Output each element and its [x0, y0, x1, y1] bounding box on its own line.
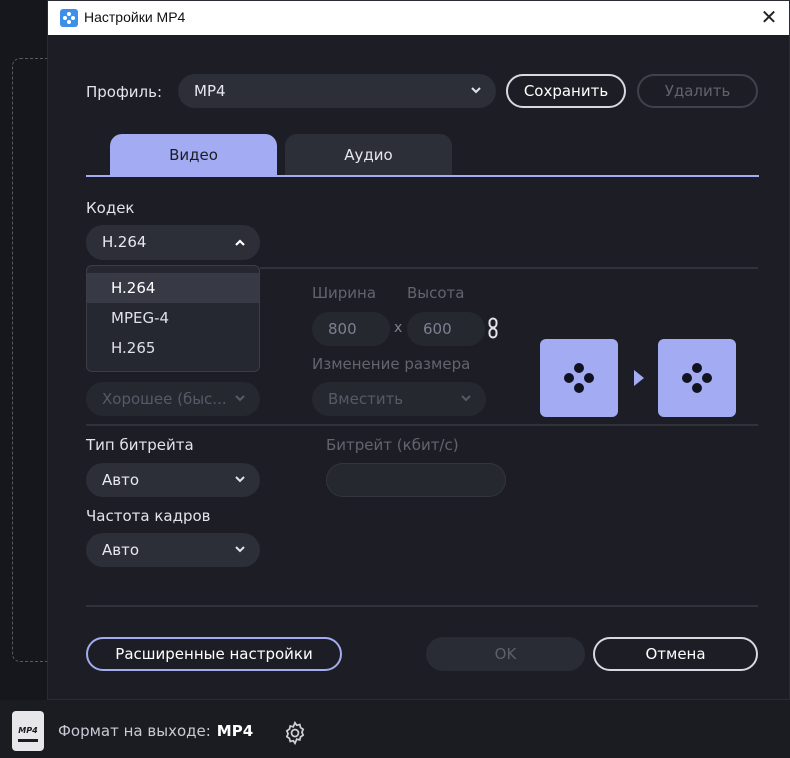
arrow-right-icon [634, 370, 644, 386]
resize-select[interactable]: Вместить [312, 382, 486, 416]
advanced-settings-button[interactable]: Расширенные настройки [86, 637, 342, 671]
bitrate-type-select[interactable]: Авто [86, 463, 260, 497]
dialog-titlebar: Настройки MP4 ✕ [48, 1, 789, 35]
dialog-title: Настройки MP4 [84, 9, 186, 25]
profile-select-value: MP4 [194, 82, 226, 100]
bitrate-type-label: Тип битрейта [86, 436, 194, 454]
codec-option-h264[interactable]: H.264 [87, 273, 259, 303]
section-divider [260, 267, 758, 269]
section-divider [86, 424, 758, 426]
format-icon-text: MP4 [18, 726, 38, 735]
chevron-down-icon [470, 74, 482, 121]
quality-select-value: Хорошее (быс... [102, 390, 227, 408]
width-label: Ширина [312, 284, 377, 302]
codec-select-value: H.264 [102, 233, 147, 251]
bitrate-label: Битрейт (кбит/с) [326, 436, 459, 454]
gear-icon [285, 720, 305, 746]
background-drop-area [12, 58, 52, 662]
format-settings-button[interactable] [276, 714, 314, 752]
ok-button[interactable]: OK [426, 637, 585, 671]
chevron-down-icon [460, 382, 472, 429]
frame-rate-label: Частота кадров [86, 507, 211, 525]
save-profile-button[interactable]: Сохранить [506, 74, 626, 108]
bitrate-input[interactable] [326, 463, 506, 497]
output-format-label: Формат на выходе: MP4 [58, 722, 253, 740]
profile-label: Профиль: [86, 83, 163, 101]
bitrate-type-value: Авто [102, 471, 140, 489]
chevron-down-icon [234, 533, 246, 580]
mp4-file-icon[interactable]: MP4 [12, 711, 44, 751]
width-input[interactable]: 800 [312, 312, 390, 346]
tab-underline [86, 175, 759, 177]
cancel-button[interactable]: Отмена [593, 637, 758, 671]
movavi-logo-icon [60, 9, 78, 27]
chevron-down-icon [234, 382, 246, 429]
codec-option-mpeg4[interactable]: MPEG-4 [87, 303, 259, 333]
output-format-value: MP4 [216, 722, 254, 740]
output-format-caption: Формат на выходе: [58, 722, 211, 740]
resize-select-value: Вместить [328, 390, 404, 408]
frame-rate-value: Авто [102, 541, 140, 559]
tab-audio[interactable]: Аудио [285, 134, 452, 176]
size-separator: x [394, 320, 403, 336]
resize-label: Изменение размера [312, 355, 471, 373]
delete-profile-button[interactable]: Удалить [637, 74, 758, 108]
source-frame-preview [540, 339, 618, 417]
codec-option-h265[interactable]: H.265 [87, 333, 259, 363]
footer-divider [86, 605, 758, 607]
codec-label: Кодек [86, 199, 135, 217]
frame-rate-select[interactable]: Авто [86, 533, 260, 567]
output-frame-preview [658, 339, 736, 417]
chain-link-icon[interactable] [488, 317, 498, 339]
quality-select[interactable]: Хорошее (быс... [86, 382, 260, 416]
chevron-down-icon [234, 463, 246, 510]
tab-video[interactable]: Видео [110, 134, 277, 176]
codec-dropdown-menu: H.264 MPEG-4 H.265 [86, 265, 260, 372]
codec-select[interactable]: H.264 [86, 225, 260, 260]
close-icon[interactable]: ✕ [759, 7, 779, 27]
profile-select[interactable]: MP4 [178, 74, 496, 108]
height-label: Высота [407, 284, 465, 302]
height-input[interactable]: 600 [407, 312, 485, 346]
